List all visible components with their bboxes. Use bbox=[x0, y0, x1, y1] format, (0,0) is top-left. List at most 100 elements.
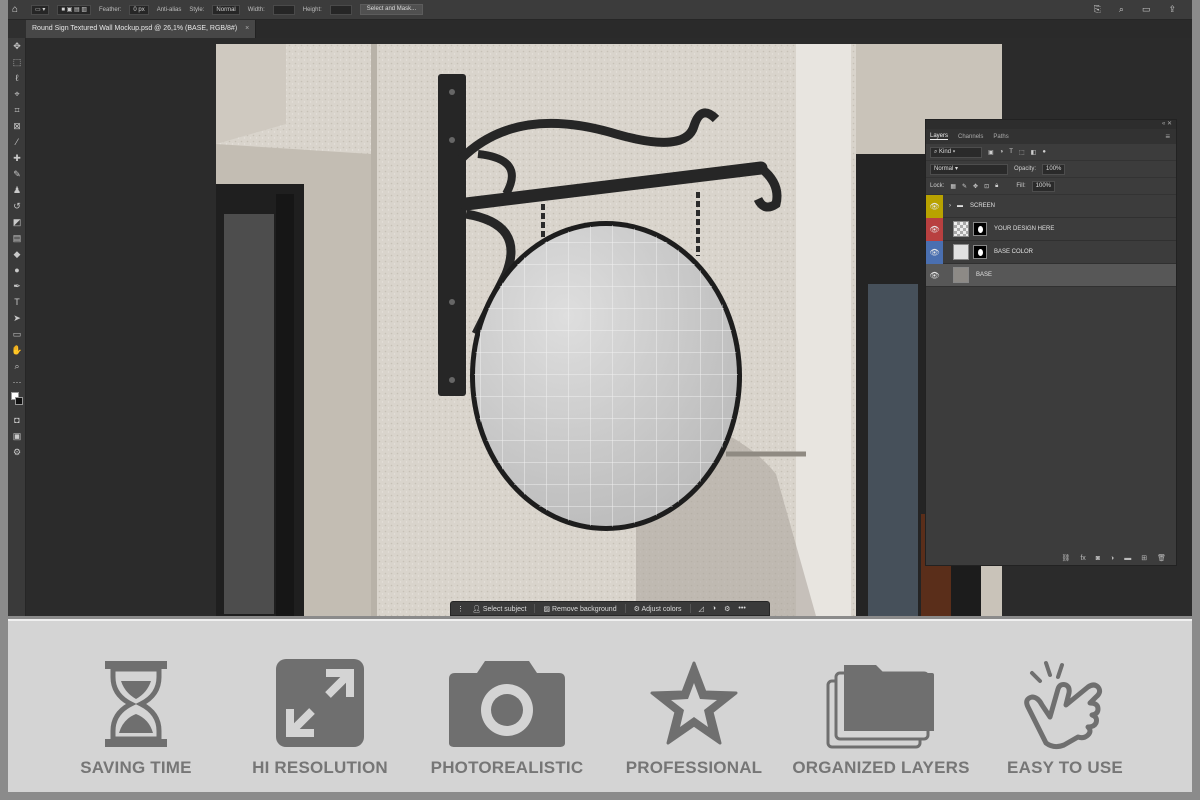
layers-panel: « ✕ Layers Channels Paths ≡ ⌕ Kind ▾ ▣ ◑… bbox=[925, 119, 1177, 566]
feature-label: ORGANIZED LAYERS bbox=[792, 758, 970, 777]
hand-tool-icon[interactable]: ✋ bbox=[8, 342, 26, 358]
filter-adjustment-icon[interactable]: ◑ bbox=[1000, 149, 1004, 155]
share-icon[interactable]: ⎘ bbox=[1094, 4, 1101, 15]
workspace-icon[interactable]: ▭ bbox=[1142, 4, 1151, 15]
pointing-hand-icon bbox=[1024, 661, 1103, 750]
add-mask-icon[interactable]: ◙ bbox=[1096, 555, 1100, 562]
shape-tool-icon[interactable]: ▭ bbox=[8, 326, 26, 342]
path-select-tool-icon[interactable]: ➤ bbox=[8, 310, 26, 326]
layer-name: SCREEN bbox=[970, 203, 996, 209]
quick-mask-icon[interactable]: ◘ bbox=[8, 412, 26, 428]
color-swatches[interactable] bbox=[8, 390, 26, 412]
new-layer-icon[interactable]: ⊞ bbox=[1141, 554, 1147, 562]
document-tab[interactable]: Round Sign Textured Wall Mockup.psd @ 26… bbox=[26, 20, 257, 38]
remove-background-button[interactable]: ▨ Remove background bbox=[543, 605, 616, 613]
layer-row-screen[interactable]: 👁︎ › ▬ SCREEN bbox=[926, 194, 1176, 218]
tab-channels[interactable]: Channels bbox=[958, 134, 983, 140]
gradient-tool-icon[interactable]: ▤ bbox=[8, 230, 26, 246]
hourglass-icon bbox=[105, 661, 167, 747]
marquee-tool-preset[interactable]: ▭ ▾ bbox=[31, 4, 50, 15]
feature-hi-resolution: HI RESOLUTION bbox=[225, 621, 415, 794]
crop-tool-icon[interactable]: ⌗ bbox=[8, 102, 26, 118]
settings-icon[interactable]: ⚙ bbox=[724, 605, 730, 613]
layer-row-base-color[interactable]: 👁︎ BASE COLOR bbox=[926, 240, 1176, 264]
link-layers-icon[interactable]: ⛓︎ bbox=[1061, 554, 1070, 562]
height-input[interactable] bbox=[329, 4, 352, 15]
tab-paths[interactable]: Paths bbox=[993, 134, 1008, 140]
feature-saving-time: SAVING TIME bbox=[41, 621, 231, 794]
filter-toggle-icon[interactable]: ● bbox=[1042, 149, 1046, 155]
edit-toolbar-icon[interactable]: ⚙ bbox=[8, 444, 26, 460]
home-icon[interactable]: ⌂ bbox=[12, 4, 23, 15]
move-tool-icon[interactable]: ✥ bbox=[8, 38, 26, 54]
layer-mask-thumbnail[interactable] bbox=[973, 245, 987, 259]
new-group-icon[interactable]: ▬ bbox=[1124, 555, 1131, 562]
lock-transparent-icon[interactable]: ▦ bbox=[950, 183, 956, 190]
kind-filter-select[interactable]: ⌕ Kind ▾ bbox=[930, 146, 982, 158]
marquee-tool-icon[interactable]: ⬚ bbox=[8, 54, 26, 70]
lock-position-icon[interactable]: ✥ bbox=[973, 183, 978, 190]
filter-smart-object-icon[interactable]: ◧ bbox=[1031, 149, 1037, 156]
background-color[interactable] bbox=[15, 397, 23, 405]
feather-input[interactable]: 0 px bbox=[129, 4, 149, 15]
adjustment-icon[interactable]: ◑ bbox=[712, 605, 716, 612]
adjust-colors-label: Adjust colors bbox=[641, 605, 682, 613]
visibility-eye-icon[interactable]: 👁︎ bbox=[926, 194, 943, 218]
quick-select-tool-icon[interactable]: ⌖ bbox=[8, 86, 26, 102]
select-and-mask-button[interactable]: Select and Mask... bbox=[359, 4, 424, 15]
visibility-eye-icon[interactable]: 👁︎ bbox=[926, 217, 943, 241]
zoom-tool-icon[interactable]: ⌕ bbox=[8, 358, 26, 374]
delete-layer-icon[interactable]: 🗑︎ bbox=[1157, 554, 1166, 562]
type-tool-icon[interactable]: T bbox=[8, 294, 26, 310]
feature-label: EASY TO USE bbox=[1007, 758, 1123, 777]
close-tab-icon[interactable]: × bbox=[245, 25, 249, 32]
eraser-tool-icon[interactable]: ◩ bbox=[8, 214, 26, 230]
width-input[interactable] bbox=[272, 4, 295, 15]
lasso-tool-icon[interactable]: ℓ bbox=[8, 70, 26, 86]
layer-row-your-design-here[interactable]: 👁︎ YOUR DESIGN HERE bbox=[926, 217, 1176, 241]
panel-menu-icon[interactable]: ≡ bbox=[1165, 132, 1176, 141]
lock-image-icon[interactable]: ✎ bbox=[962, 183, 967, 190]
history-brush-tool-icon[interactable]: ↺ bbox=[8, 198, 26, 214]
document-canvas[interactable] bbox=[216, 44, 1002, 616]
search-icon[interactable]: ⌕ bbox=[1119, 4, 1124, 15]
pen-tool-icon[interactable]: ✒ bbox=[8, 278, 26, 294]
adjust-colors-button[interactable]: ⚙ Adjust colors bbox=[634, 605, 682, 613]
tab-layers[interactable]: Layers bbox=[930, 133, 949, 140]
filter-shape-icon[interactable]: ⬚ bbox=[1019, 149, 1025, 156]
eyedropper-tool-icon[interactable]: ⁄ bbox=[8, 134, 26, 150]
healing-tool-icon[interactable]: ✚ bbox=[8, 150, 26, 166]
layer-style-icon[interactable]: fx bbox=[1080, 555, 1085, 562]
visibility-eye-icon[interactable]: 👁︎ bbox=[926, 264, 943, 287]
opacity-input[interactable]: 100% bbox=[1042, 163, 1066, 175]
frame-tool-icon[interactable]: ⊠ bbox=[8, 118, 26, 134]
new-adjustment-icon[interactable]: ◑ bbox=[1110, 555, 1114, 562]
generate-icon[interactable]: ◿ bbox=[699, 605, 704, 613]
filter-type-icon[interactable]: T bbox=[1009, 149, 1013, 155]
clone-stamp-tool-icon[interactable]: ♟ bbox=[8, 182, 26, 198]
drag-handle-icon[interactable]: ⋮ bbox=[457, 605, 464, 613]
visibility-eye-icon[interactable]: 👁︎ bbox=[926, 240, 943, 264]
select-subject-button[interactable]: 👤︎ Select subject bbox=[472, 605, 526, 613]
lock-artboard-icon[interactable]: ⊡ bbox=[984, 183, 989, 190]
blur-tool-icon[interactable]: ◆ bbox=[8, 246, 26, 262]
filter-pixel-icon[interactable]: ▣ bbox=[988, 149, 994, 156]
camera-icon bbox=[449, 661, 565, 747]
style-select[interactable]: Normal bbox=[212, 4, 240, 15]
lock-all-icon[interactable]: 🔒︎ bbox=[995, 183, 998, 190]
screen-mode-icon[interactable]: ▣ bbox=[8, 428, 26, 444]
features-bar: SAVING TIME HI RESOLUTION PHOTOREALISTIC bbox=[8, 619, 1192, 792]
blend-mode-select[interactable]: Normal ▾ bbox=[930, 163, 1008, 175]
more-tools-icon[interactable]: ⋯ bbox=[8, 374, 26, 390]
share-upload-icon[interactable]: ⇪ bbox=[1168, 4, 1176, 15]
dodge-tool-icon[interactable]: ● bbox=[8, 262, 26, 278]
anti-alias-checkbox[interactable]: Anti-alias bbox=[157, 7, 182, 13]
layer-mask-thumbnail[interactable] bbox=[973, 222, 987, 236]
expand-group-icon[interactable]: › bbox=[949, 203, 951, 209]
layer-row-base[interactable]: 👁︎ BASE bbox=[926, 264, 1176, 287]
fill-input[interactable]: 100% bbox=[1031, 180, 1056, 192]
selection-mode-buttons[interactable]: ■ ▣ ▤ ▥ bbox=[57, 4, 91, 15]
brush-tool-icon[interactable]: ✎ bbox=[8, 166, 26, 182]
more-options-button[interactable]: ••• bbox=[738, 605, 745, 612]
panel-collapse-bar[interactable]: « ✕ bbox=[926, 120, 1176, 129]
